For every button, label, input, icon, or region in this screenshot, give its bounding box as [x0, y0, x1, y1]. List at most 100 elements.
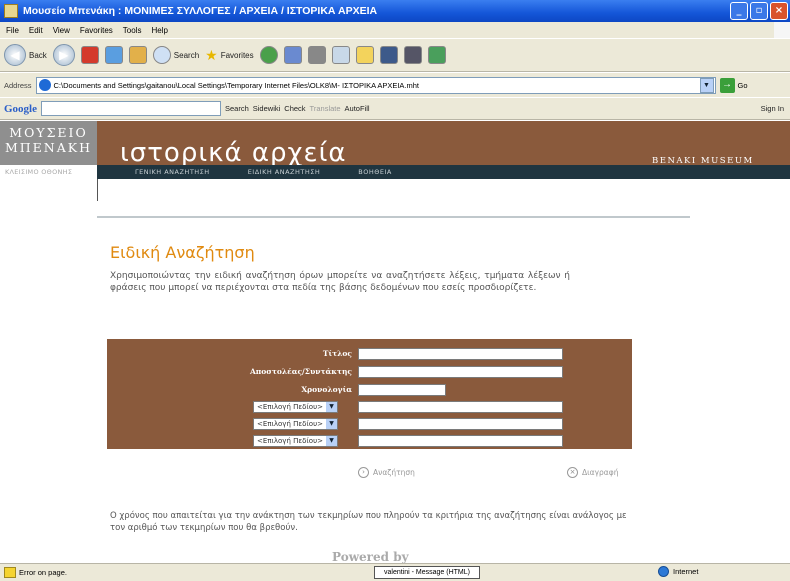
- nav-advanced-search[interactable]: ΕΙΔΙΚΗ ΑΝΑΖΗΤΗΣΗ: [248, 168, 321, 176]
- back-button[interactable]: ◀ Back: [4, 44, 47, 66]
- search-button[interactable]: Search: [152, 46, 200, 64]
- menu-file[interactable]: File: [6, 26, 19, 35]
- google-toolbar: Google Search Sidewiki Check Translate A…: [0, 98, 790, 120]
- edit-icon[interactable]: [331, 46, 350, 64]
- sender-input[interactable]: [358, 366, 563, 378]
- folder-icon[interactable]: [355, 46, 374, 64]
- favorites-label: Favorites: [220, 50, 254, 60]
- windows-logo-icon: [774, 22, 790, 38]
- chevron-down-icon: ▼: [326, 436, 337, 446]
- refresh-icon[interactable]: [104, 46, 123, 64]
- date-label: Χρονολογία: [301, 385, 352, 394]
- search-label: Search: [173, 50, 200, 60]
- favorites-button[interactable]: ★ Favorites: [205, 47, 253, 64]
- title-input[interactable]: [358, 348, 563, 360]
- search-button-label: Αναζήτηση: [373, 468, 415, 477]
- menu-edit[interactable]: Edit: [29, 26, 43, 35]
- search-button[interactable]: › Αναζήτηση: [358, 467, 415, 478]
- arrow-right-icon: ›: [358, 467, 369, 478]
- people-icon[interactable]: [427, 46, 446, 64]
- address-input[interactable]: C:\Documents and Settings\gaitanou\Local…: [35, 76, 716, 94]
- menu-tools[interactable]: Tools: [123, 26, 142, 35]
- address-value: C:\Documents and Settings\gaitanou\Local…: [53, 80, 420, 90]
- status-text: Error on page.: [19, 568, 67, 577]
- stop-icon[interactable]: [80, 46, 99, 64]
- menu-view[interactable]: View: [53, 26, 70, 35]
- google-translate[interactable]: Translate: [310, 104, 341, 113]
- date-input[interactable]: [358, 384, 446, 396]
- nav-help[interactable]: ΒΟΗΘΕΙΑ: [358, 168, 392, 176]
- field-input-1[interactable]: [358, 401, 563, 413]
- google-logo: Google: [4, 102, 37, 115]
- toolbar: ◀ Back ▶ Search ★ Favorites: [0, 38, 790, 72]
- chevron-down-icon: ▼: [326, 402, 337, 412]
- menu-help[interactable]: Help: [151, 26, 167, 35]
- window-title: Μουσείο Μπενάκη : ΜΟΝΙΜΕΣ ΣΥΛΛΟΓΕΣ / ΑΡΧ…: [23, 5, 378, 17]
- globe-icon: [658, 566, 669, 577]
- address-bar: Address C:\Documents and Settings\gaitan…: [0, 73, 790, 97]
- research-icon[interactable]: [403, 46, 422, 64]
- warning-icon[interactable]: [4, 567, 16, 578]
- history-icon[interactable]: [259, 46, 278, 64]
- star-icon: ★: [205, 46, 218, 63]
- security-zone: Internet: [658, 566, 698, 577]
- forward-button[interactable]: ▶: [52, 44, 75, 66]
- print-icon[interactable]: [307, 46, 326, 64]
- messenger-icon[interactable]: [379, 46, 398, 64]
- menu-bar: File Edit View Favorites Tools Help: [0, 22, 790, 38]
- divider: [97, 216, 690, 218]
- google-search-button[interactable]: Search: [225, 104, 249, 113]
- address-dropdown-icon[interactable]: ▼: [699, 77, 714, 93]
- ie-icon: [4, 4, 18, 18]
- maximize-button[interactable]: ▫: [750, 2, 768, 20]
- search-form: Τίτλος Αποστολέας/Συντάκτης Χρονολογία <…: [107, 339, 632, 449]
- close-fullscreen-link[interactable]: ΚΛΕΙΣΙΜΟ ΟΘΟΝΗΣ: [5, 168, 72, 176]
- clear-button[interactable]: × Διαγραφή: [567, 467, 618, 478]
- search-icon: [152, 46, 171, 64]
- field-select-3-value: <Επιλογή Πεδίου>: [257, 437, 323, 445]
- taskbar-tooltip: valentini - Message (HTML): [374, 566, 480, 579]
- google-autofill[interactable]: AutoFill: [345, 104, 370, 113]
- close-button[interactable]: ×: [770, 2, 788, 20]
- nav-general-search[interactable]: ΓΕΝΙΚΗ ΑΝΑΖΗΤΗΣΗ: [135, 168, 210, 176]
- logo-line-2: ΜΠΕΝΑΚΗ: [4, 140, 93, 155]
- sender-label: Αποστολέας/Συντάκτης: [249, 367, 352, 376]
- back-label: Back: [29, 50, 47, 60]
- close-icon: ×: [567, 467, 578, 478]
- title-label: Τίτλος: [322, 349, 352, 358]
- chevron-down-icon: ▼: [326, 419, 337, 429]
- field-select-1[interactable]: <Επιλογή Πεδίου> ▼: [253, 401, 338, 413]
- title-bar: Μουσείο Μπενάκη : ΜΟΝΙΜΕΣ ΣΥΛΛΟΓΕΣ / ΑΡΧ…: [0, 0, 790, 22]
- site-nav: ΓΕΝΙΚΗ ΑΝΑΖΗΤΗΣΗ ΕΙΔΙΚΗ ΑΝΑΖΗΤΗΣΗ ΒΟΗΘΕΙ…: [97, 165, 790, 179]
- minimize-button[interactable]: _: [730, 2, 748, 20]
- field-select-1-value: <Επιλογή Πεδίου>: [257, 403, 323, 411]
- field-input-3[interactable]: [358, 435, 563, 447]
- google-signin[interactable]: Sign In: [761, 104, 784, 113]
- address-label: Address: [4, 80, 32, 90]
- mail-icon[interactable]: [283, 46, 302, 64]
- google-sidewiki[interactable]: Sidewiki: [253, 104, 281, 113]
- powered-by: Powered by: [332, 550, 409, 563]
- back-arrow-icon: ◀: [4, 44, 26, 66]
- menu-favorites[interactable]: Favorites: [80, 26, 113, 35]
- go-arrow-icon: →: [719, 77, 735, 93]
- field-input-2[interactable]: [358, 418, 563, 430]
- field-select-2-value: <Επιλογή Πεδίου>: [257, 420, 323, 428]
- google-check[interactable]: Check: [284, 104, 305, 113]
- field-select-3[interactable]: <Επιλογή Πεδίου> ▼: [253, 435, 338, 447]
- google-search-input[interactable]: [41, 101, 221, 116]
- logo-line-1: ΜΟΥΣΕΙΟ: [9, 125, 88, 140]
- web-page: ΜΟΥΣΕΙΟ ΜΠΕΝΑΚΗ ιστορικά αρχεία BENAKI M…: [0, 121, 790, 563]
- museum-logo[interactable]: ΜΟΥΣΕΙΟ ΜΠΕΝΑΚΗ: [0, 121, 97, 165]
- page-icon: [38, 79, 51, 91]
- page-header-title: ιστορικά αρχεία: [120, 138, 347, 168]
- intro-text: Χρησιμοποιώντας την ειδική αναζήτηση όρω…: [110, 271, 570, 293]
- home-icon[interactable]: [128, 46, 147, 64]
- forward-arrow-icon: ▶: [52, 44, 75, 66]
- zone-label: Internet: [673, 567, 699, 576]
- go-button[interactable]: → Go: [719, 77, 748, 93]
- clear-button-label: Διαγραφή: [582, 468, 619, 477]
- field-select-2[interactable]: <Επιλογή Πεδίου> ▼: [253, 418, 338, 430]
- go-label: Go: [737, 80, 748, 90]
- search-time-note: Ο χρόνος που απαιτείται για την ανάκτηση…: [110, 511, 627, 533]
